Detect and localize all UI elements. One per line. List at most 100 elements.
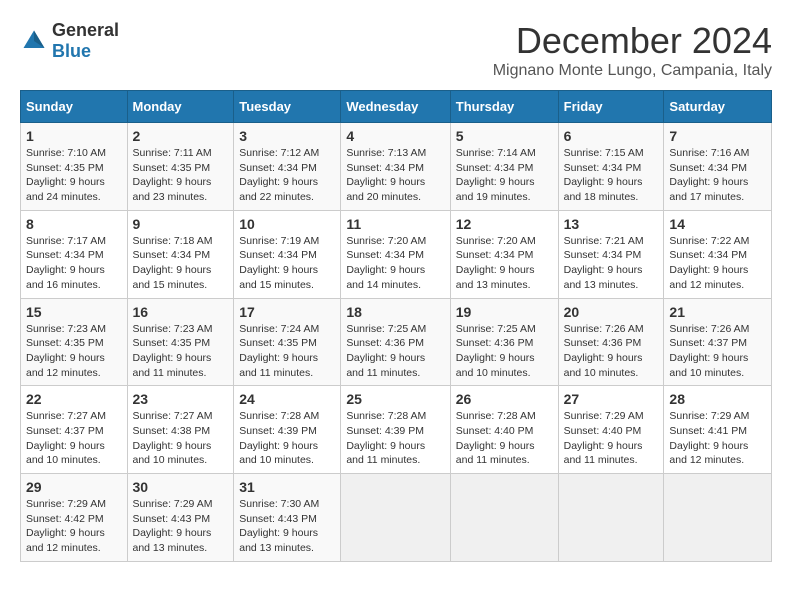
header-cell-saturday: Saturday xyxy=(664,91,772,123)
day-number: 11 xyxy=(346,216,444,232)
calendar-cell xyxy=(450,474,558,562)
logo-blue: Blue xyxy=(52,41,91,61)
day-info: Sunrise: 7:27 AMSunset: 4:37 PMDaylight:… xyxy=(26,410,106,466)
day-info: Sunrise: 7:23 AMSunset: 4:35 PMDaylight:… xyxy=(26,323,106,379)
calendar-cell: 26 Sunrise: 7:28 AMSunset: 4:40 PMDaylig… xyxy=(450,386,558,474)
logo-icon xyxy=(20,27,48,55)
calendar-cell xyxy=(664,474,772,562)
calendar-cell: 29 Sunrise: 7:29 AMSunset: 4:42 PMDaylig… xyxy=(21,474,128,562)
calendar-cell: 24 Sunrise: 7:28 AMSunset: 4:39 PMDaylig… xyxy=(234,386,341,474)
day-number: 19 xyxy=(456,304,553,320)
day-number: 28 xyxy=(669,391,766,407)
header-cell-thursday: Thursday xyxy=(450,91,558,123)
calendar-week-2: 8 Sunrise: 7:17 AMSunset: 4:34 PMDayligh… xyxy=(21,210,772,298)
calendar-body: 1 Sunrise: 7:10 AMSunset: 4:35 PMDayligh… xyxy=(21,123,772,562)
day-number: 6 xyxy=(564,128,659,144)
day-info: Sunrise: 7:20 AMSunset: 4:34 PMDaylight:… xyxy=(346,235,426,291)
day-number: 21 xyxy=(669,304,766,320)
calendar-cell: 13 Sunrise: 7:21 AMSunset: 4:34 PMDaylig… xyxy=(558,210,664,298)
calendar-cell: 7 Sunrise: 7:16 AMSunset: 4:34 PMDayligh… xyxy=(664,123,772,211)
header-cell-wednesday: Wednesday xyxy=(341,91,450,123)
calendar-cell: 2 Sunrise: 7:11 AMSunset: 4:35 PMDayligh… xyxy=(127,123,234,211)
day-info: Sunrise: 7:27 AMSunset: 4:38 PMDaylight:… xyxy=(133,410,213,466)
day-info: Sunrise: 7:25 AMSunset: 4:36 PMDaylight:… xyxy=(456,323,536,379)
calendar-cell: 18 Sunrise: 7:25 AMSunset: 4:36 PMDaylig… xyxy=(341,298,450,386)
header-cell-friday: Friday xyxy=(558,91,664,123)
calendar-week-1: 1 Sunrise: 7:10 AMSunset: 4:35 PMDayligh… xyxy=(21,123,772,211)
day-number: 23 xyxy=(133,391,229,407)
calendar-cell: 8 Sunrise: 7:17 AMSunset: 4:34 PMDayligh… xyxy=(21,210,128,298)
header-cell-monday: Monday xyxy=(127,91,234,123)
day-number: 25 xyxy=(346,391,444,407)
day-info: Sunrise: 7:28 AMSunset: 4:39 PMDaylight:… xyxy=(239,410,319,466)
day-info: Sunrise: 7:18 AMSunset: 4:34 PMDaylight:… xyxy=(133,235,213,291)
calendar-cell: 20 Sunrise: 7:26 AMSunset: 4:36 PMDaylig… xyxy=(558,298,664,386)
day-info: Sunrise: 7:11 AMSunset: 4:35 PMDaylight:… xyxy=(133,147,212,203)
calendar-cell: 5 Sunrise: 7:14 AMSunset: 4:34 PMDayligh… xyxy=(450,123,558,211)
day-info: Sunrise: 7:13 AMSunset: 4:34 PMDaylight:… xyxy=(346,147,426,203)
day-info: Sunrise: 7:29 AMSunset: 4:41 PMDaylight:… xyxy=(669,410,749,466)
day-number: 13 xyxy=(564,216,659,232)
day-info: Sunrise: 7:26 AMSunset: 4:37 PMDaylight:… xyxy=(669,323,749,379)
calendar-cell: 3 Sunrise: 7:12 AMSunset: 4:34 PMDayligh… xyxy=(234,123,341,211)
day-info: Sunrise: 7:17 AMSunset: 4:34 PMDaylight:… xyxy=(26,235,106,291)
header-cell-tuesday: Tuesday xyxy=(234,91,341,123)
header-cell-sunday: Sunday xyxy=(21,91,128,123)
day-number: 9 xyxy=(133,216,229,232)
calendar-cell: 6 Sunrise: 7:15 AMSunset: 4:34 PMDayligh… xyxy=(558,123,664,211)
day-number: 26 xyxy=(456,391,553,407)
calendar-cell: 30 Sunrise: 7:29 AMSunset: 4:43 PMDaylig… xyxy=(127,474,234,562)
day-info: Sunrise: 7:29 AMSunset: 4:42 PMDaylight:… xyxy=(26,498,106,554)
calendar-week-4: 22 Sunrise: 7:27 AMSunset: 4:37 PMDaylig… xyxy=(21,386,772,474)
calendar-cell: 1 Sunrise: 7:10 AMSunset: 4:35 PMDayligh… xyxy=(21,123,128,211)
day-number: 16 xyxy=(133,304,229,320)
day-info: Sunrise: 7:22 AMSunset: 4:34 PMDaylight:… xyxy=(669,235,749,291)
day-info: Sunrise: 7:28 AMSunset: 4:39 PMDaylight:… xyxy=(346,410,426,466)
calendar-cell: 14 Sunrise: 7:22 AMSunset: 4:34 PMDaylig… xyxy=(664,210,772,298)
day-info: Sunrise: 7:14 AMSunset: 4:34 PMDaylight:… xyxy=(456,147,536,203)
day-number: 18 xyxy=(346,304,444,320)
calendar-week-5: 29 Sunrise: 7:29 AMSunset: 4:42 PMDaylig… xyxy=(21,474,772,562)
day-info: Sunrise: 7:16 AMSunset: 4:34 PMDaylight:… xyxy=(669,147,749,203)
calendar-cell: 17 Sunrise: 7:24 AMSunset: 4:35 PMDaylig… xyxy=(234,298,341,386)
calendar-cell: 23 Sunrise: 7:27 AMSunset: 4:38 PMDaylig… xyxy=(127,386,234,474)
day-info: Sunrise: 7:19 AMSunset: 4:34 PMDaylight:… xyxy=(239,235,319,291)
calendar-cell: 16 Sunrise: 7:23 AMSunset: 4:35 PMDaylig… xyxy=(127,298,234,386)
day-number: 31 xyxy=(239,479,335,495)
header: General Blue December 2024 Mignano Monte… xyxy=(20,20,772,80)
day-number: 17 xyxy=(239,304,335,320)
subtitle: Mignano Monte Lungo, Campania, Italy xyxy=(493,62,772,80)
day-number: 7 xyxy=(669,128,766,144)
calendar-cell: 15 Sunrise: 7:23 AMSunset: 4:35 PMDaylig… xyxy=(21,298,128,386)
day-number: 24 xyxy=(239,391,335,407)
day-number: 3 xyxy=(239,128,335,144)
day-info: Sunrise: 7:29 AMSunset: 4:40 PMDaylight:… xyxy=(564,410,644,466)
day-number: 4 xyxy=(346,128,444,144)
calendar-cell: 4 Sunrise: 7:13 AMSunset: 4:34 PMDayligh… xyxy=(341,123,450,211)
calendar-cell: 31 Sunrise: 7:30 AMSunset: 4:43 PMDaylig… xyxy=(234,474,341,562)
day-info: Sunrise: 7:10 AMSunset: 4:35 PMDaylight:… xyxy=(26,147,106,203)
calendar-cell xyxy=(341,474,450,562)
day-number: 8 xyxy=(26,216,122,232)
calendar-week-3: 15 Sunrise: 7:23 AMSunset: 4:35 PMDaylig… xyxy=(21,298,772,386)
day-number: 14 xyxy=(669,216,766,232)
calendar-cell: 9 Sunrise: 7:18 AMSunset: 4:34 PMDayligh… xyxy=(127,210,234,298)
calendar-cell: 19 Sunrise: 7:25 AMSunset: 4:36 PMDaylig… xyxy=(450,298,558,386)
day-number: 5 xyxy=(456,128,553,144)
main-title: December 2024 xyxy=(493,20,772,62)
day-info: Sunrise: 7:24 AMSunset: 4:35 PMDaylight:… xyxy=(239,323,319,379)
day-number: 22 xyxy=(26,391,122,407)
day-number: 15 xyxy=(26,304,122,320)
day-info: Sunrise: 7:23 AMSunset: 4:35 PMDaylight:… xyxy=(133,323,213,379)
day-info: Sunrise: 7:20 AMSunset: 4:34 PMDaylight:… xyxy=(456,235,536,291)
calendar-cell: 11 Sunrise: 7:20 AMSunset: 4:34 PMDaylig… xyxy=(341,210,450,298)
calendar-cell xyxy=(558,474,664,562)
calendar-table: SundayMondayTuesdayWednesdayThursdayFrid… xyxy=(20,90,772,562)
day-number: 20 xyxy=(564,304,659,320)
day-info: Sunrise: 7:29 AMSunset: 4:43 PMDaylight:… xyxy=(133,498,213,554)
day-number: 27 xyxy=(564,391,659,407)
calendar-cell: 12 Sunrise: 7:20 AMSunset: 4:34 PMDaylig… xyxy=(450,210,558,298)
day-number: 12 xyxy=(456,216,553,232)
day-number: 29 xyxy=(26,479,122,495)
calendar-cell: 21 Sunrise: 7:26 AMSunset: 4:37 PMDaylig… xyxy=(664,298,772,386)
